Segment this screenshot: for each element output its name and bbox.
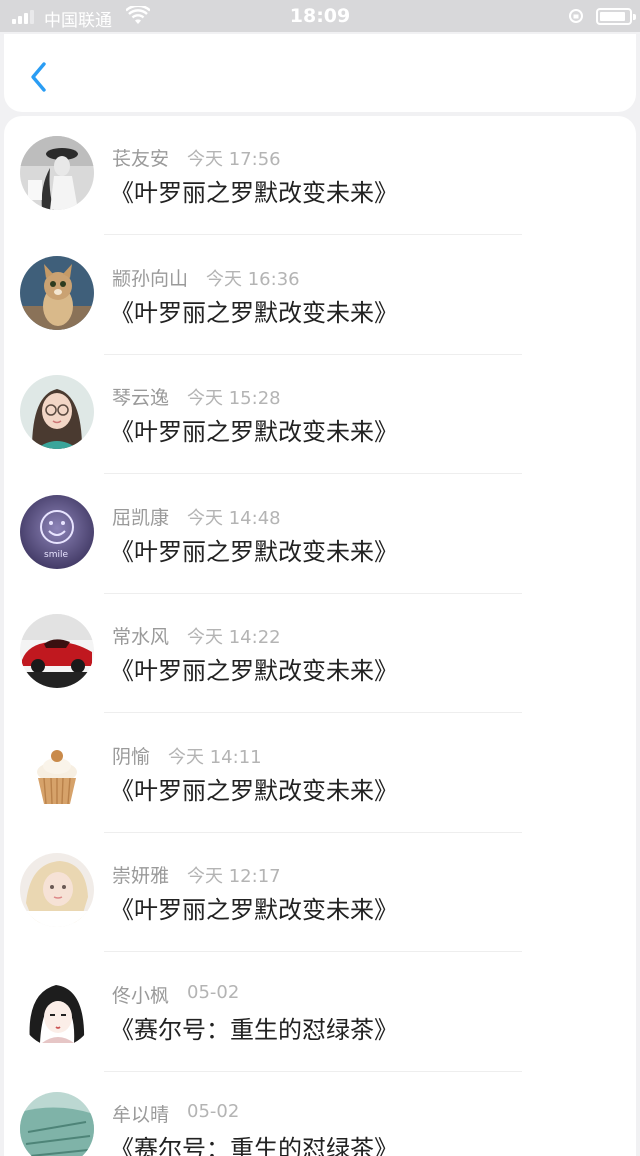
message-list-item[interactable]: 佟小枫 05-02 《赛尔号：重生的怼绿茶》 [4, 953, 636, 1072]
sender-name: 苌友安 [112, 148, 170, 170]
clock-time: 18:09 [289, 5, 351, 27]
story-title: 《叶罗丽之罗默改变未来》 [110, 418, 398, 446]
story-title: 《赛尔号：重生的怼绿茶》 [110, 1135, 398, 1156]
message-time: 今天 14:22 [187, 627, 281, 648]
svg-text:smile: smile [44, 550, 68, 560]
avatar[interactable] [20, 375, 94, 449]
story-title: 《赛尔号：重生的怼绿茶》 [110, 1016, 398, 1044]
story-title: 《叶罗丽之罗默改变未来》 [110, 538, 398, 566]
sender-name: 颛孙向山 [112, 268, 189, 290]
message-time: 今天 16:36 [206, 269, 300, 290]
divider [104, 712, 522, 713]
message-time: 今天 15:28 [187, 388, 281, 409]
avatar[interactable] [20, 614, 94, 688]
message-list-item[interactable]: 琴云逸 今天 15:28 《叶罗丽之罗默改变未来》 [4, 355, 636, 474]
message-time: 今天 14:48 [187, 508, 281, 529]
message-list-item[interactable]: 牟以晴 05-02 《赛尔号：重生的怼绿茶》 [4, 1072, 636, 1156]
message-list-item[interactable]: 苌友安 今天 17:56 《叶罗丽之罗默改变未来》 [4, 116, 636, 235]
avatar[interactable] [20, 973, 94, 1047]
avatar[interactable] [20, 853, 94, 927]
chevron-left-icon [31, 62, 46, 92]
sender-name: 阴愉 [112, 746, 151, 768]
message-list-item[interactable]: 阴愉 今天 14:11 《叶罗丽之罗默改变未来》 [4, 714, 636, 833]
avatar[interactable] [20, 1092, 94, 1156]
message-list: 苌友安 今天 17:56 《叶罗丽之罗默改变未来》 颛孙向山 今天 16:36 《叶罗丽之… [4, 116, 636, 1156]
avatar[interactable] [20, 734, 94, 808]
nav-bar [4, 34, 636, 112]
sender-name: 屈凯康 [112, 507, 170, 529]
message-time: 今天 14:11 [168, 747, 262, 768]
avatar[interactable] [20, 136, 94, 210]
sender-name: 佟小枫 [112, 985, 170, 1007]
sender-name: 琴云逸 [112, 387, 170, 409]
sender-name: 牟以晴 [112, 1104, 170, 1126]
story-title: 《叶罗丽之罗默改变未来》 [110, 657, 398, 685]
message-time: 今天 17:56 [187, 149, 281, 170]
story-title: 《叶罗丽之罗默改变未来》 [110, 299, 398, 327]
message-time: 今天 12:17 [187, 866, 281, 887]
message-time: 05-02 [187, 982, 240, 1003]
sender-name: 常水风 [112, 626, 170, 648]
avatar[interactable] [20, 256, 94, 330]
message-list-item[interactable]: 常水风 今天 14:22 《叶罗丽之罗默改变未来》 [4, 594, 636, 713]
avatar[interactable]: smile [20, 495, 94, 569]
story-title: 《叶罗丽之罗默改变未来》 [110, 777, 398, 805]
divider [104, 473, 522, 474]
story-title: 《叶罗丽之罗默改变未来》 [110, 896, 398, 924]
back-button[interactable] [24, 58, 54, 96]
message-list-item[interactable]: 崇妍雅 今天 12:17 《叶罗丽之罗默改变未来》 [4, 833, 636, 952]
story-title: 《叶罗丽之罗默改变未来》 [110, 179, 398, 207]
rotation-lock-icon [569, 9, 583, 23]
message-time: 05-02 [187, 1101, 240, 1122]
message-list-item[interactable]: smile 屈凯康 今天 14:48 《叶罗丽之罗默改变未来》 [4, 475, 636, 594]
divider [104, 951, 522, 952]
message-list-item[interactable]: 颛孙向山 今天 16:36 《叶罗丽之罗默改变未来》 [4, 236, 636, 355]
sender-name: 崇妍雅 [112, 865, 170, 887]
battery-icon [596, 8, 636, 25]
status-bar: 中国联通 18:09 [0, 0, 640, 32]
divider [104, 234, 522, 235]
